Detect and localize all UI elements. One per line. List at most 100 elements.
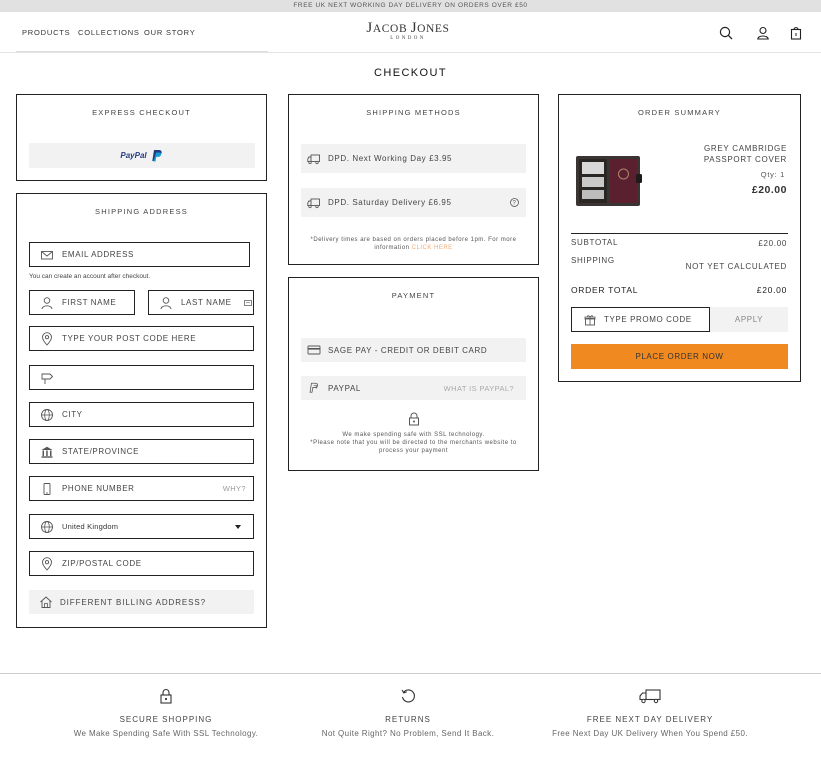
credit-card-icon <box>307 345 321 355</box>
shipping-methods-panel: SHIPPING METHODS DPD. Next Working Day £… <box>288 94 539 265</box>
phone-field[interactable]: PHONE NUMBER WHY? <box>29 476 254 501</box>
first-name-placeholder: FIRST NAME <box>62 298 117 307</box>
bank-building-icon <box>41 446 53 458</box>
house-icon <box>40 596 52 608</box>
shipping-label: SHIPPING <box>571 256 615 265</box>
bag-icon[interactable] <box>789 26 803 40</box>
summary-divider <box>571 233 788 234</box>
globe-icon <box>41 408 53 421</box>
person-icon <box>160 296 172 309</box>
promo-code-placeholder: TYPE PROMO CODE <box>604 315 692 324</box>
product-price: £20.00 <box>751 184 787 196</box>
feature-free-delivery: FREE NEXT DAY DELIVERY Free Next Day UK … <box>520 688 780 738</box>
mobile-phone-icon <box>43 482 51 495</box>
feature-title: SECURE SHOPPING <box>119 715 213 724</box>
product-image <box>576 156 642 206</box>
place-order-button[interactable]: PLACE ORDER NOW <box>571 344 788 369</box>
click-here-link[interactable]: CLICK HERE <box>412 245 453 251</box>
phone-why-link[interactable]: WHY? <box>223 484 246 493</box>
order-total-label: ORDER TOTAL <box>571 285 639 295</box>
shipping-address-title: SHIPPING ADDRESS <box>95 207 188 216</box>
help-question-icon[interactable]: ? <box>510 198 519 207</box>
product-qty: Qty: 1 <box>760 170 785 179</box>
postcode-lookup-field[interactable]: TYPE YOUR POST CODE HERE <box>29 326 254 351</box>
paypal-label: PAYPAL <box>328 383 361 393</box>
email-field[interactable]: EMAIL ADDRESS <box>29 242 250 267</box>
state-field[interactable]: STATE/PROVINCE <box>29 439 254 464</box>
subtotal-label: SUBTOTAL <box>571 238 619 247</box>
account-icon[interactable] <box>756 26 770 40</box>
payment-title: PAYMENT <box>391 291 436 300</box>
location-pin-icon <box>42 331 52 346</box>
returns-arrow-icon <box>401 689 415 703</box>
shipping-option-saturday-label: DPD. Saturday Delivery £6.95 <box>328 198 452 207</box>
address-line-field[interactable] <box>29 365 254 390</box>
shipping-address-panel: SHIPPING ADDRESS EMAIL ADDRESS You can c… <box>16 193 267 628</box>
footer-divider <box>0 673 821 674</box>
nav-our-story[interactable]: OUR STORY <box>144 28 196 37</box>
order-summary-panel: ORDER SUMMARY GREY CAMBRIDGE PASSPORT CO… <box>558 94 801 382</box>
express-checkout-panel: EXPRESS CHECKOUT PayPal <box>16 94 267 181</box>
promo-code-input[interactable]: TYPE PROMO CODE <box>571 307 710 332</box>
different-billing-toggle[interactable]: DIFFERENT BILLING ADDRESS? <box>29 590 254 614</box>
gift-icon <box>584 314 596 325</box>
express-checkout-title: EXPRESS CHECKOUT <box>92 108 191 117</box>
feature-secure-shopping: SECURE SHOPPING We Make Spending Safe Wi… <box>36 688 296 738</box>
paypal-logo-text: PayPal <box>120 151 147 160</box>
ssl-note: We make spending safe with SSL technolog… <box>310 432 517 454</box>
last-name-placeholder: LAST NAME <box>181 298 232 307</box>
zip-placeholder: ZIP/POSTAL CODE <box>62 559 142 568</box>
shipping-option-saturday[interactable]: DPD. Saturday Delivery £6.95 ? <box>301 188 526 217</box>
search-icon[interactable] <box>719 26 733 40</box>
delivery-truck-icon <box>639 689 661 704</box>
country-selected-value: United Kingdom <box>62 522 119 531</box>
city-field[interactable]: CITY <box>29 402 254 427</box>
promo-banner: FREE UK NEXT WORKING DAY DELIVERY ON ORD… <box>0 0 821 12</box>
padlock-icon <box>160 689 172 704</box>
paypal-express-button[interactable]: PayPal <box>29 143 255 168</box>
account-note: You can create an account after checkout… <box>29 273 151 280</box>
globe-icon <box>41 520 53 533</box>
caret-down-icon <box>235 524 241 529</box>
delivery-truck-icon <box>307 198 320 208</box>
feature-subtitle: Not Quite Right? No Problem, Send It Bac… <box>321 729 495 738</box>
order-summary-title: ORDER SUMMARY <box>638 108 721 117</box>
shipping-value: NOT YET CALCULATED <box>685 262 787 271</box>
payment-option-sagepay[interactable]: SAGE PAY - CREDIT OR DEBIT CARD <box>301 338 526 362</box>
order-total-value: £20.00 <box>756 285 787 295</box>
last-name-field[interactable]: LAST NAME <box>148 290 254 315</box>
nav-products[interactable]: PRODUCTS <box>22 28 71 37</box>
logo[interactable]: JACOB JONES LONDON <box>340 20 476 41</box>
sagepay-label: SAGE PAY - CREDIT OR DEBIT CARD <box>328 345 488 355</box>
apply-promo-button[interactable]: APPLY <box>710 307 788 332</box>
nav-collections[interactable]: COLLECTIONS <box>78 28 140 37</box>
payment-option-paypal[interactable]: PAYPAL WHAT IS PAYPAL? <box>301 376 526 400</box>
person-icon <box>41 296 53 309</box>
feature-returns: RETURNS Not Quite Right? No Problem, Sen… <box>278 688 538 738</box>
feature-subtitle: We Make Spending Safe With SSL Technolog… <box>73 729 259 738</box>
envelope-icon <box>41 250 53 259</box>
padlock-icon <box>409 412 419 426</box>
delivery-times-note: *Delivery times are based on orders plac… <box>310 237 517 251</box>
zip-field[interactable]: ZIP/POSTAL CODE <box>29 551 254 576</box>
paypal-icon <box>309 382 318 393</box>
shipping-methods-title: SHIPPING METHODS <box>366 108 461 117</box>
svg-text:?: ? <box>513 201 517 207</box>
signpost-icon <box>41 373 54 384</box>
country-select[interactable]: United Kingdom <box>29 514 254 539</box>
state-placeholder: STATE/PROVINCE <box>62 447 140 456</box>
feature-title: FREE NEXT DAY DELIVERY <box>586 715 714 724</box>
subtotal-value: £20.00 <box>758 239 787 248</box>
city-placeholder: CITY <box>62 410 83 419</box>
id-card-icon <box>244 299 252 306</box>
logo-city: LONDON <box>390 36 426 41</box>
shipping-option-next-day[interactable]: DPD. Next Working Day £3.95 <box>301 144 526 173</box>
shipping-option-next-day-label: DPD. Next Working Day £3.95 <box>328 154 453 163</box>
postcode-lookup-placeholder: TYPE YOUR POST CODE HERE <box>62 334 197 343</box>
paypal-logo-icon <box>151 149 162 161</box>
different-billing-label: DIFFERENT BILLING ADDRESS? <box>60 597 206 607</box>
product-name[interactable]: GREY CAMBRIDGE PASSPORT COVER <box>704 143 787 165</box>
what-is-paypal-link[interactable]: WHAT IS PAYPAL? <box>444 384 514 393</box>
first-name-field[interactable]: FIRST NAME <box>29 290 135 315</box>
phone-placeholder: PHONE NUMBER <box>62 484 135 493</box>
